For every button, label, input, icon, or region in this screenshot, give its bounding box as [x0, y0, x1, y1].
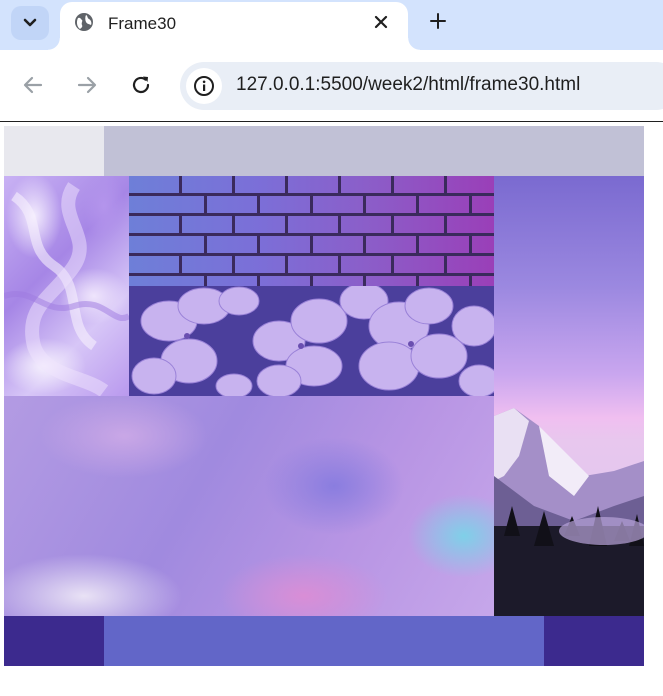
bottom-middle-block: [104, 616, 544, 666]
top-banner-block: [104, 126, 644, 176]
tab-strip: Frame30: [0, 0, 663, 50]
tab-title: Frame30: [108, 14, 177, 33]
chevron-down-icon: [23, 18, 37, 27]
back-button[interactable]: [20, 72, 46, 98]
top-left-block: [4, 126, 104, 176]
mountain-landscape: [494, 408, 644, 616]
new-tab-button[interactable]: [425, 8, 451, 34]
bottom-right-block: [544, 616, 644, 666]
arrow-right-icon: [77, 76, 97, 94]
plus-icon: [430, 13, 446, 29]
close-icon: [374, 15, 388, 29]
purple-watercolor-image: [4, 396, 494, 616]
hydrangea-flowers-image: [129, 286, 494, 396]
flower-petals: [129, 286, 494, 396]
active-tab[interactable]: Frame30: [48, 2, 420, 50]
reload-button[interactable]: [128, 72, 154, 98]
address-bar[interactable]: 127.0.0.1:5500/week2/html/frame30.html: [180, 62, 663, 110]
site-info-button[interactable]: [186, 68, 222, 104]
reload-icon: [132, 76, 150, 94]
info-icon: [194, 76, 214, 96]
globe-icon: [75, 13, 93, 31]
browser-toolbar: 127.0.0.1:5500/week2/html/frame30.html: [0, 50, 663, 122]
purple-smoke-image: [4, 176, 129, 396]
purple-brick-wall-image: [129, 176, 494, 286]
page-content: [0, 123, 663, 696]
tab-close-button[interactable]: [370, 11, 392, 33]
smoke-swirls: [4, 182, 129, 396]
tab-search-button[interactable]: [11, 6, 49, 40]
bottom-left-block: [4, 616, 104, 666]
purple-mountain-image: [494, 176, 644, 616]
url-text[interactable]: 127.0.0.1:5500/week2/html/frame30.html: [236, 74, 580, 96]
forward-button[interactable]: [74, 72, 100, 98]
arrow-left-icon: [23, 76, 43, 94]
